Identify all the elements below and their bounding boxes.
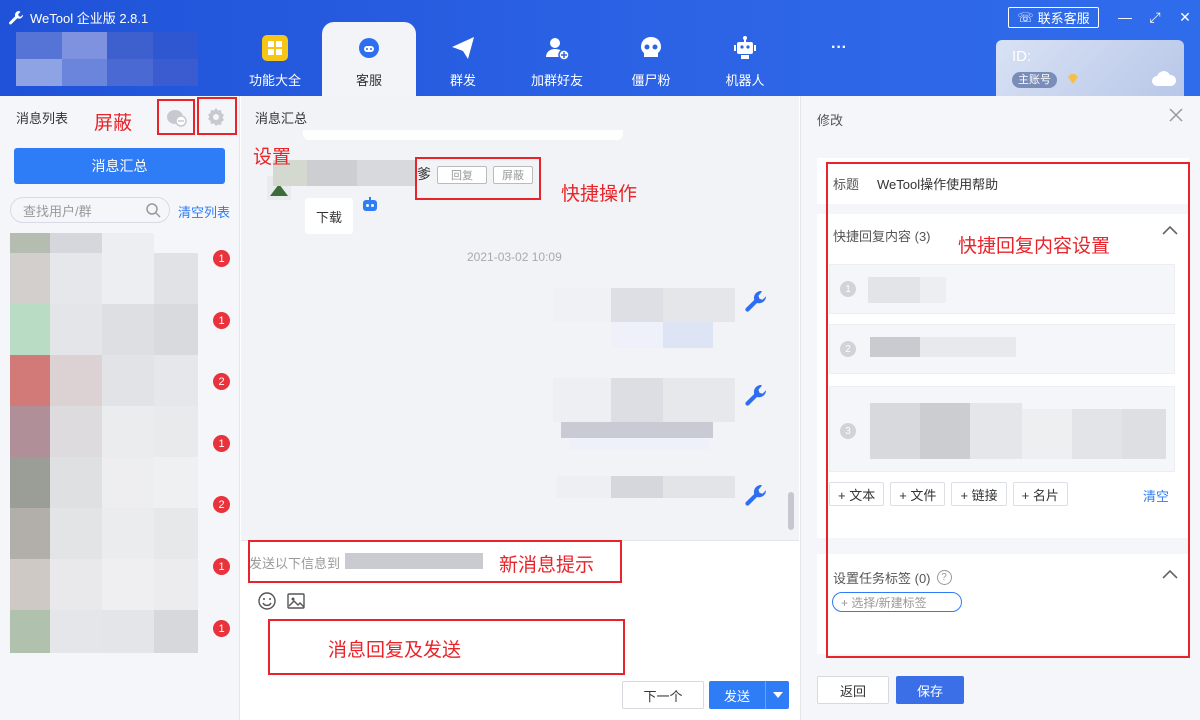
account-card[interactable]: ID: 主账号 bbox=[996, 40, 1184, 96]
app-title: WeTool 企业版 2.8.1 bbox=[8, 8, 148, 27]
nav-features[interactable]: 功能大全 bbox=[228, 22, 322, 96]
search-user-group-input[interactable]: 查找用户/群 bbox=[10, 197, 170, 223]
message-bubble: 下载 bbox=[305, 198, 353, 234]
main-nav: 功能大全 客服 群发 加群好友 僵尸粉 机器人 ··· bbox=[228, 22, 886, 96]
save-button[interactable]: 保存 bbox=[896, 676, 964, 704]
clear-list-link[interactable]: 清空列表 bbox=[178, 202, 230, 221]
unread-badge: 1 bbox=[213, 435, 230, 452]
avatar bbox=[10, 253, 50, 304]
skull-icon bbox=[637, 34, 665, 62]
contact-support-button[interactable]: ☏ 联系客服 bbox=[1008, 7, 1099, 28]
close-window-icon[interactable]: ✕ bbox=[1170, 8, 1200, 26]
list-item-partial[interactable] bbox=[10, 233, 238, 253]
bot-icon bbox=[363, 197, 377, 211]
unread-badge: 1 bbox=[213, 250, 230, 267]
chat-scrollbar[interactable] bbox=[788, 492, 794, 530]
caret-down-icon bbox=[772, 692, 783, 698]
robot-icon bbox=[731, 34, 759, 62]
list-item[interactable]: 2 bbox=[10, 355, 238, 406]
account-id-label: ID: bbox=[1012, 48, 1032, 65]
list-item[interactable]: 1 bbox=[10, 250, 238, 304]
avatar bbox=[10, 457, 50, 508]
nav-robot[interactable]: 机器人 bbox=[698, 22, 792, 96]
support-icon: ☏ bbox=[1017, 9, 1034, 25]
nav-label: 客服 bbox=[355, 73, 382, 88]
headset-icon bbox=[355, 34, 383, 62]
profile-pixelated-avatar bbox=[16, 32, 198, 86]
annotation-new-msg-label: 新消息提示 bbox=[499, 555, 595, 576]
list-item[interactable]: 1 bbox=[10, 406, 238, 457]
annotation-quick-ops-label: 快捷操作 bbox=[561, 184, 638, 205]
edit-panel-title: 修改 bbox=[817, 113, 844, 128]
avatar bbox=[10, 406, 50, 457]
annotation-reply-send-label: 消息回复及发送 bbox=[328, 640, 462, 661]
avatar bbox=[10, 355, 50, 406]
next-button[interactable]: 下一个 bbox=[622, 681, 704, 709]
avatar bbox=[10, 610, 50, 653]
app-title-text: WeTool 企业版 2.8.1 bbox=[30, 11, 149, 26]
nav-customer-service[interactable]: 客服 bbox=[322, 22, 416, 96]
annotation-box-block bbox=[157, 99, 195, 135]
paper-plane-icon bbox=[449, 34, 477, 62]
nav-add-group-friends[interactable]: 加群好友 bbox=[510, 22, 604, 96]
window-controls: — ⤢ ✕ bbox=[1110, 8, 1200, 26]
chat-panel-title: 消息汇总 bbox=[255, 111, 308, 126]
send-options-dropdown[interactable] bbox=[765, 681, 789, 709]
list-item[interactable]: 1 bbox=[10, 304, 238, 355]
list-item[interactable]: 2 bbox=[10, 457, 238, 513]
list-item[interactable]: 1 bbox=[10, 508, 238, 575]
contact-list: 1 1 2 1 2 1 1 bbox=[10, 233, 238, 653]
grid-icon bbox=[261, 34, 289, 62]
minimize-icon[interactable]: — bbox=[1110, 8, 1140, 26]
avatar bbox=[10, 559, 50, 610]
message-list-title: 消息列表 bbox=[16, 111, 69, 126]
emoji-icon[interactable] bbox=[257, 591, 277, 611]
more-icon: ··· bbox=[831, 39, 847, 56]
wrench-logo-icon bbox=[9, 10, 24, 24]
wetool-avatar-icon bbox=[745, 290, 767, 312]
message-summary-button[interactable]: 消息汇总 bbox=[14, 148, 225, 184]
annotation-settings-label: 设置 bbox=[253, 147, 292, 168]
maximize-icon[interactable]: ⤢ bbox=[1140, 8, 1170, 26]
wetool-avatar-icon bbox=[745, 384, 767, 406]
nav-label: 机器人 bbox=[725, 73, 765, 88]
message-timestamp: 2021-03-02 10:09 bbox=[467, 250, 562, 264]
nav-zombie-fans[interactable]: 僵尸粉 bbox=[604, 22, 698, 96]
list-item[interactable] bbox=[10, 559, 238, 610]
nav-label: 僵尸粉 bbox=[631, 73, 671, 88]
nav-broadcast[interactable]: 群发 bbox=[416, 22, 510, 96]
back-button[interactable]: 返回 bbox=[817, 676, 889, 704]
close-icon[interactable] bbox=[1167, 106, 1185, 124]
nav-label: 功能大全 bbox=[248, 73, 301, 88]
role-badge: 主账号 bbox=[1012, 72, 1057, 88]
nav-label: 加群好友 bbox=[530, 73, 583, 88]
annotation-quick-reply-settings-label: 快捷回复内容设置 bbox=[958, 236, 1111, 257]
annotation-block-label: 屏蔽 bbox=[94, 113, 133, 134]
nav-more[interactable]: ··· bbox=[792, 22, 886, 96]
message-bubble-partial bbox=[303, 130, 623, 140]
avatar bbox=[10, 508, 50, 559]
annotation-box-settings bbox=[197, 97, 237, 135]
message-list-sidebar: 消息列表 消息汇总 查找用户/群 清空列表 1 1 2 1 2 1 1 bbox=[0, 96, 240, 720]
image-icon[interactable] bbox=[287, 592, 305, 610]
unread-badge: 1 bbox=[213, 312, 230, 329]
annotation-box-quick-ops bbox=[415, 157, 541, 200]
diamond-icon bbox=[1068, 74, 1078, 84]
cloud-icon bbox=[1152, 71, 1177, 86]
unread-badge: 1 bbox=[213, 620, 230, 637]
search-icon bbox=[146, 203, 161, 218]
send-button[interactable]: 发送 bbox=[709, 681, 789, 709]
avatar bbox=[10, 304, 50, 355]
top-header: WeTool 企业版 2.8.1 功能大全 客服 群发 加群好友 僵尸粉 机器人… bbox=[0, 0, 1200, 96]
unread-badge: 2 bbox=[213, 373, 230, 390]
nav-label: 群发 bbox=[449, 73, 476, 88]
list-item[interactable]: 1 bbox=[10, 610, 238, 653]
add-user-icon bbox=[543, 34, 571, 62]
wetool-avatar-icon bbox=[745, 484, 767, 506]
